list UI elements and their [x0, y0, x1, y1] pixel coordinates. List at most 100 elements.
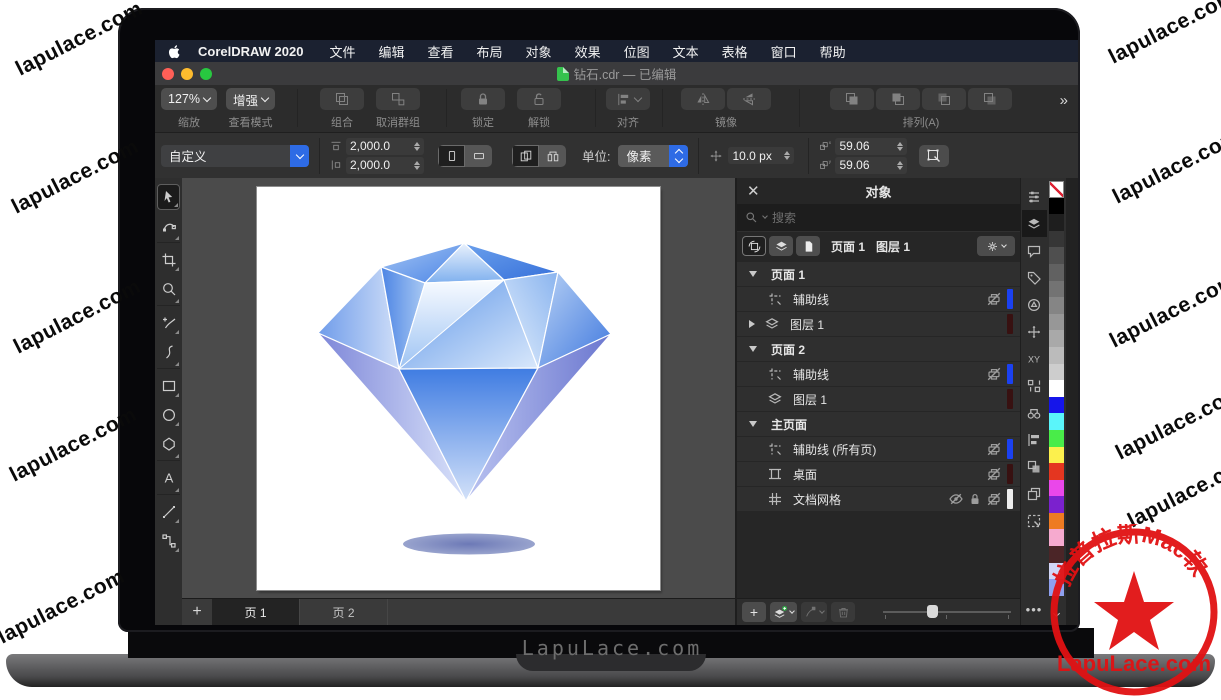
tree-page-row[interactable]: 页面 1: [737, 262, 1020, 286]
tree-layer-row[interactable]: 辅助线: [737, 287, 1020, 311]
printer-off-icon[interactable]: [986, 491, 1002, 507]
color-swatch[interactable]: [1049, 380, 1064, 397]
coordinates-docker-icon[interactable]: XY: [1022, 345, 1047, 372]
docker-search-input[interactable]: 搜索: [737, 204, 1020, 232]
polygon-tool[interactable]: [157, 431, 180, 461]
menu-布局[interactable]: 布局: [477, 42, 503, 61]
unlock-button[interactable]: [517, 88, 561, 110]
objects-docker-icon[interactable]: [1022, 210, 1047, 237]
ungroup-button[interactable]: [376, 88, 420, 110]
duplicate-y-field[interactable]: 59.06: [835, 157, 907, 174]
printer-off-icon[interactable]: [986, 441, 1002, 457]
tree-layer-row[interactable]: 图层 1: [737, 387, 1020, 411]
color-swatch[interactable]: [1049, 330, 1064, 347]
mirror-horizontal-button[interactable]: [681, 88, 725, 110]
apple-logo-icon[interactable]: [167, 44, 182, 59]
spacing-docker-icon[interactable]: [1022, 372, 1047, 399]
view-pages-button[interactable]: [796, 236, 820, 256]
diamond-artwork[interactable]: [257, 187, 660, 590]
thumbnail-size-slider[interactable]: [883, 604, 1011, 620]
menu-效果[interactable]: 效果: [575, 42, 601, 61]
menu-文件[interactable]: 文件: [329, 42, 355, 61]
docker-options-button[interactable]: [977, 236, 1015, 256]
all-pages-size-button[interactable]: [539, 145, 566, 167]
color-swatch[interactable]: [1049, 214, 1064, 231]
color-swatch[interactable]: [1049, 397, 1064, 414]
units-dropdown[interactable]: 像素: [618, 145, 688, 167]
color-swatch[interactable]: [1049, 496, 1064, 513]
tree-layer-row[interactable]: 桌面: [737, 462, 1020, 486]
boundary-docker-icon[interactable]: [1022, 507, 1047, 534]
layer-color-indicator[interactable]: [1007, 389, 1013, 409]
expand-arrow-icon[interactable]: [749, 320, 755, 328]
page-width-field[interactable]: 2,000.0: [346, 138, 424, 155]
menu-查看[interactable]: 查看: [428, 42, 454, 61]
printer-off-icon[interactable]: [986, 466, 1002, 482]
current-page-size-button[interactable]: [512, 145, 539, 167]
drawing-canvas[interactable]: + 页 1页 2: [182, 178, 735, 625]
symbols-docker-icon[interactable]: [1022, 291, 1047, 318]
menu-表格[interactable]: 表格: [722, 42, 748, 61]
pick-tool[interactable]: [157, 184, 180, 210]
color-swatch[interactable]: [1049, 463, 1064, 480]
color-swatch[interactable]: [1049, 198, 1064, 215]
menu-位图[interactable]: 位图: [624, 42, 650, 61]
layer-color-indicator[interactable]: [1007, 364, 1013, 384]
layer-color-indicator[interactable]: [1007, 489, 1013, 509]
menu-文本[interactable]: 文本: [673, 42, 699, 61]
no-fill-swatch[interactable]: [1049, 181, 1064, 198]
connector-tool[interactable]: [157, 528, 180, 554]
menu-窗口[interactable]: 窗口: [771, 42, 797, 61]
ellipse-tool[interactable]: [157, 402, 180, 428]
collapse-arrow-icon[interactable]: [749, 271, 757, 277]
step-repeat-docker-icon[interactable]: [1022, 480, 1047, 507]
layer-color-indicator[interactable]: [1007, 314, 1013, 334]
page-tab[interactable]: 页 1: [212, 599, 300, 625]
color-swatch[interactable]: [1049, 480, 1064, 497]
tree-layer-row[interactable]: 辅助线: [737, 362, 1020, 386]
lock-button[interactable]: [461, 88, 505, 110]
toolbar-overflow-button[interactable]: »: [1060, 88, 1072, 109]
arrange-forward-one-button[interactable]: [922, 88, 966, 110]
printer-off-icon[interactable]: [986, 366, 1002, 382]
color-swatch[interactable]: [1049, 314, 1064, 331]
color-swatch[interactable]: [1049, 347, 1064, 364]
line-tool[interactable]: [157, 499, 180, 525]
layer-color-indicator[interactable]: [1007, 289, 1013, 309]
menu-帮助[interactable]: 帮助: [820, 42, 846, 61]
duplicate-x-field[interactable]: 59.06: [835, 138, 907, 155]
tree-layer-row[interactable]: 辅助线 (所有页): [737, 437, 1020, 461]
printer-off-icon[interactable]: [986, 291, 1002, 307]
zoom-level-dropdown[interactable]: 127%: [161, 88, 217, 110]
tree-layer-row[interactable]: 图层 1: [737, 312, 1020, 336]
crop-tool[interactable]: [157, 247, 180, 273]
search-options-chevron-icon[interactable]: [762, 213, 768, 219]
color-swatch[interactable]: [1049, 364, 1064, 381]
layer-color-indicator[interactable]: [1007, 464, 1013, 484]
eye-off-icon[interactable]: [948, 491, 964, 507]
page-preset-dropdown[interactable]: 自定义: [161, 145, 309, 167]
collapse-arrow-icon[interactable]: [749, 421, 757, 427]
color-swatch[interactable]: [1049, 430, 1064, 447]
freehand-tool[interactable]: [157, 310, 180, 336]
color-swatch[interactable]: [1049, 247, 1064, 264]
page-height-field[interactable]: 2,000.0: [346, 157, 424, 174]
align-dropdown-button[interactable]: [606, 88, 650, 110]
slider-thumb[interactable]: [927, 605, 938, 618]
color-swatch[interactable]: [1049, 297, 1064, 314]
app-name[interactable]: CorelDRAW 2020: [198, 44, 303, 59]
document-page[interactable]: [257, 187, 660, 590]
comments-docker-icon[interactable]: [1022, 237, 1047, 264]
arrange-to-back-button[interactable]: [876, 88, 920, 110]
new-page-button[interactable]: +: [742, 602, 766, 622]
menu-对象[interactable]: 对象: [526, 42, 552, 61]
shape-edit-tool[interactable]: [157, 213, 180, 243]
align-distribute-docker-icon[interactable]: [1022, 426, 1047, 453]
add-page-button[interactable]: +: [182, 599, 212, 625]
zoom-tool[interactable]: [157, 276, 180, 306]
color-swatch[interactable]: [1049, 231, 1064, 248]
landscape-orientation-button[interactable]: [465, 145, 492, 167]
arrange-back-one-button[interactable]: [968, 88, 1012, 110]
tree-page-row[interactable]: 页面 2: [737, 337, 1020, 361]
properties-docker-icon[interactable]: [1022, 183, 1047, 210]
